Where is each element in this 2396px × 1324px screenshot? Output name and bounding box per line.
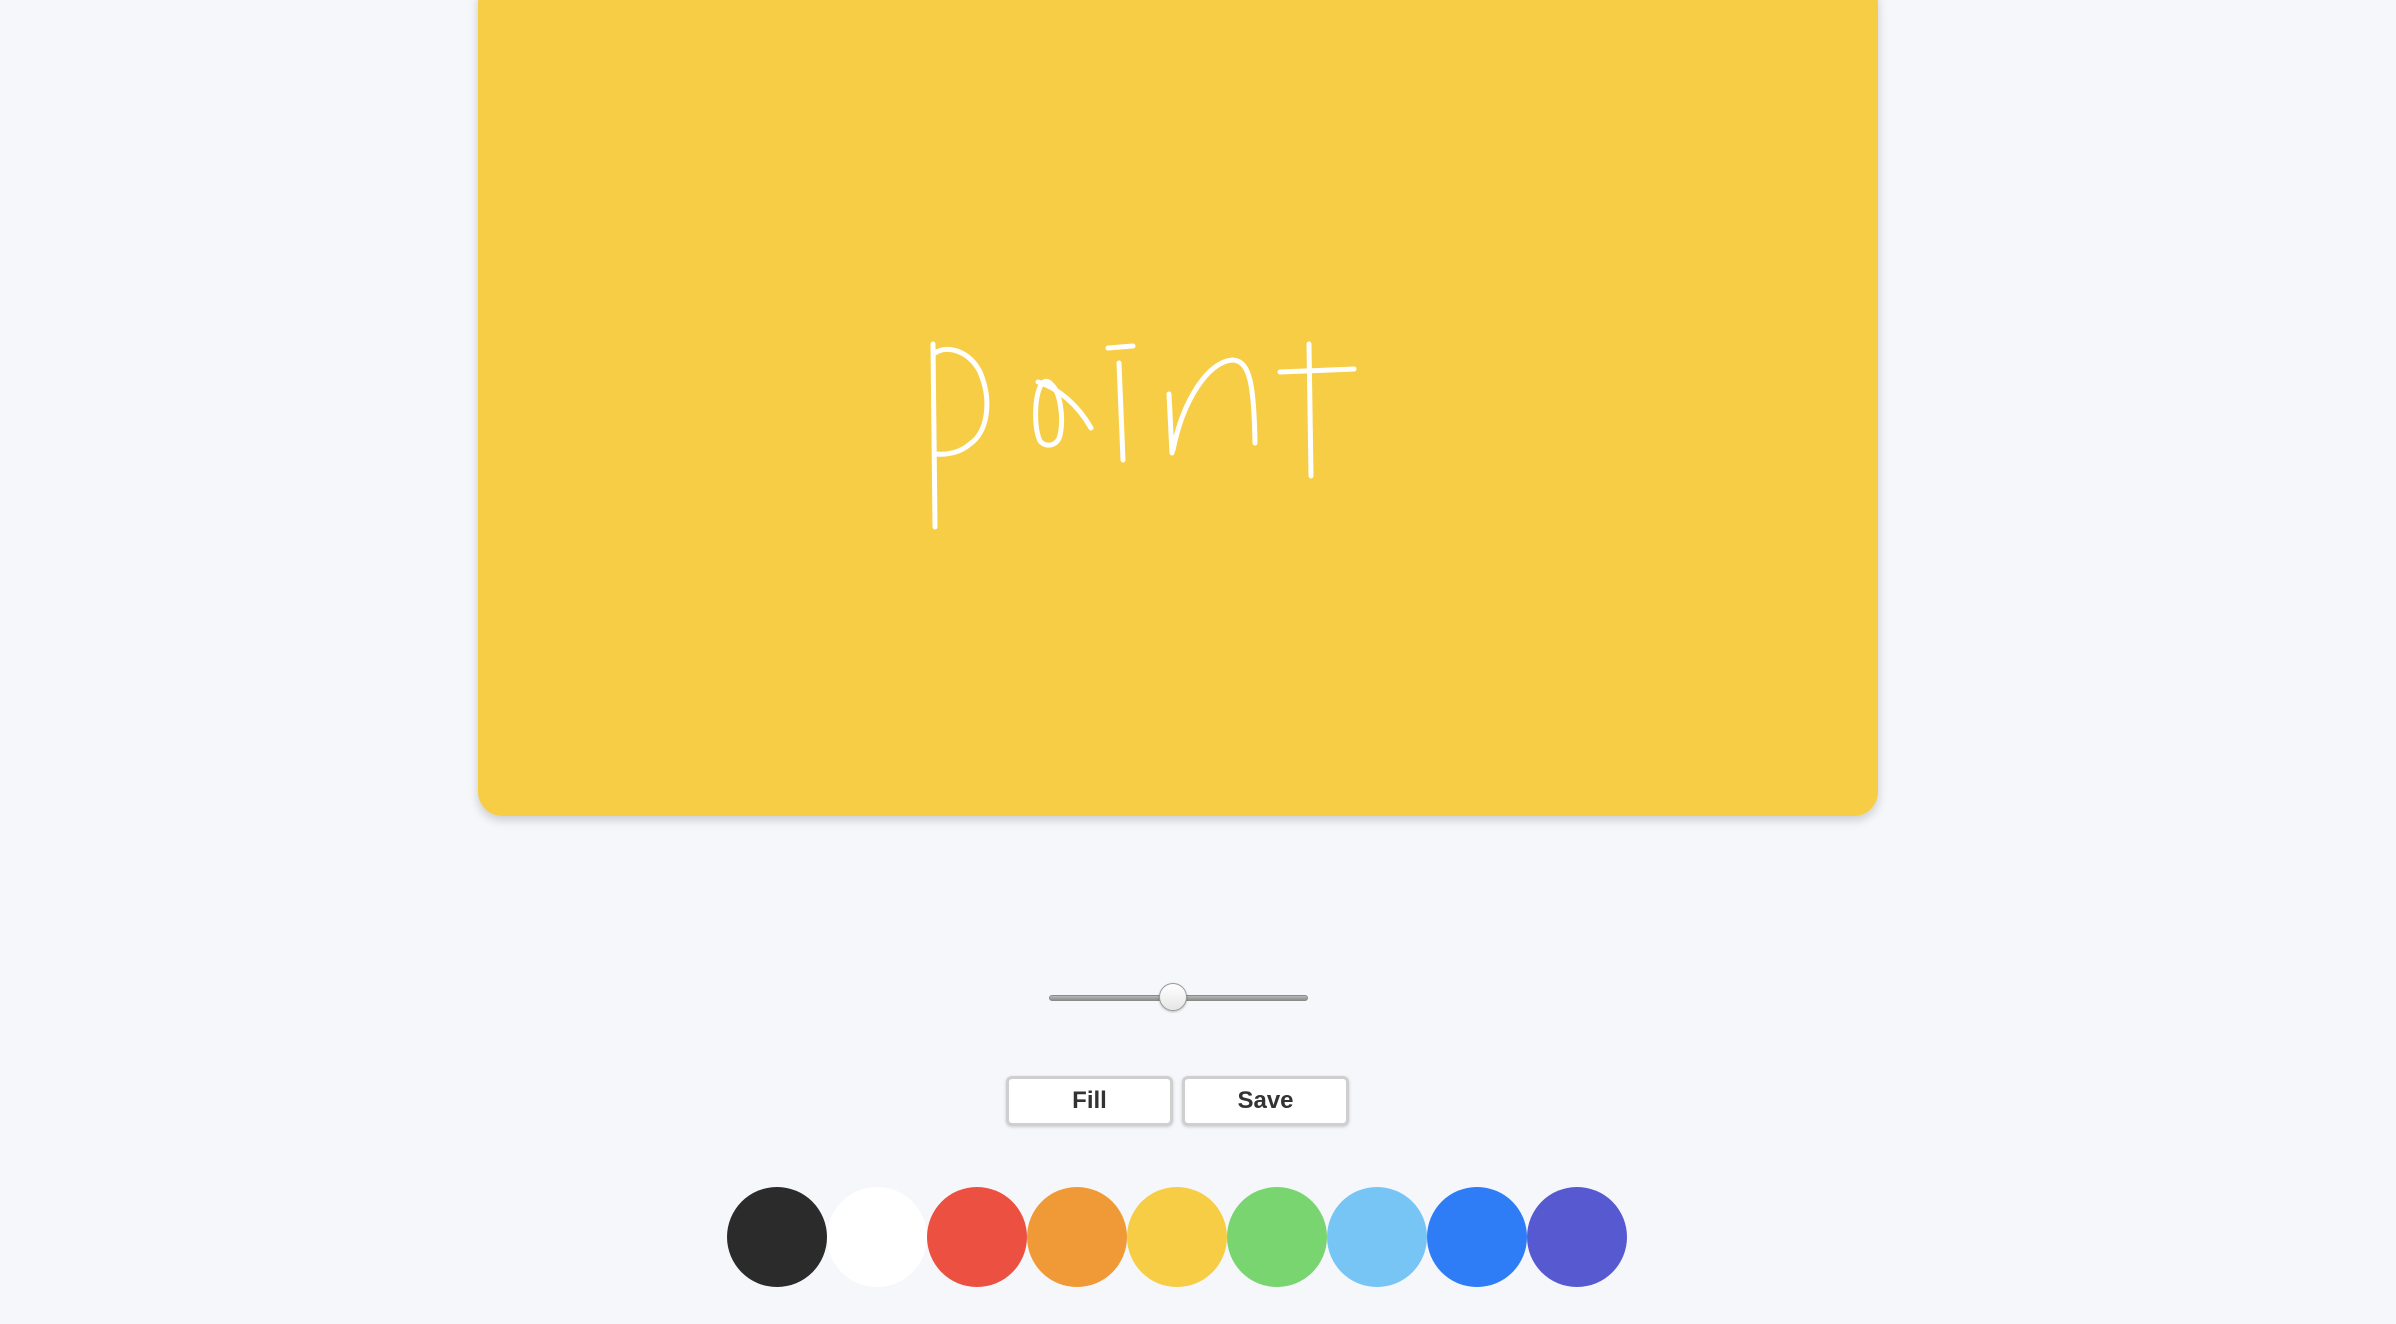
color-swatch-white[interactable] <box>827 1187 927 1287</box>
color-swatch-black[interactable] <box>727 1187 827 1287</box>
slider-thumb[interactable] <box>1159 983 1188 1011</box>
drawing-canvas[interactable] <box>478 0 1878 816</box>
color-swatch-green[interactable] <box>1227 1187 1327 1287</box>
color-swatch-orange[interactable] <box>1027 1187 1127 1287</box>
color-swatch-yellow[interactable] <box>1127 1187 1227 1287</box>
stroke-t-stem <box>1306 341 1314 479</box>
save-button[interactable]: Save <box>1182 1076 1349 1126</box>
stroke-n-stem <box>1166 391 1175 456</box>
canvas-background <box>478 0 1878 816</box>
stroke-i-dot <box>1105 343 1136 351</box>
brush-size-slider[interactable] <box>1049 983 1308 1011</box>
color-swatch-blue[interactable] <box>1427 1187 1527 1287</box>
fill-button[interactable]: Fill <box>1006 1076 1173 1126</box>
stroke-p-stem <box>930 341 938 530</box>
color-swatch-purple[interactable] <box>1527 1187 1627 1287</box>
color-swatch-light-blue[interactable] <box>1327 1187 1427 1287</box>
color-swatch-red[interactable] <box>927 1187 1027 1287</box>
stroke-t-cross <box>1277 366 1357 375</box>
drawing-surface[interactable] <box>478 0 1878 816</box>
